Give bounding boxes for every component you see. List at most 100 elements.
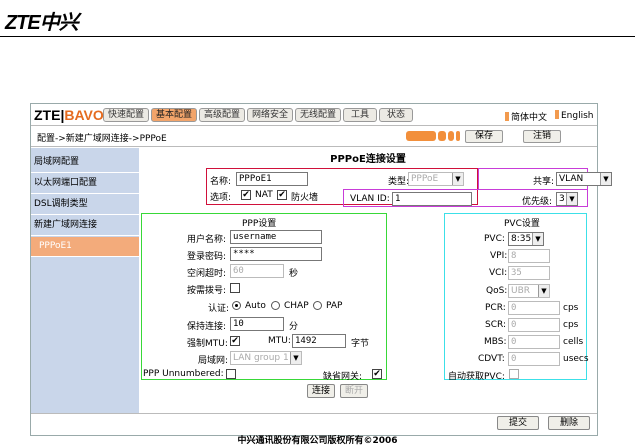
pvc-section-title: PVC设置 bbox=[504, 219, 540, 229]
share-select[interactable]: VLAN ▼ bbox=[556, 172, 612, 186]
lang-english-link[interactable]: English bbox=[555, 110, 594, 121]
pcr-unit: cps bbox=[563, 303, 579, 313]
unnumbered-label: PPP Unnumbered: bbox=[143, 369, 224, 379]
priority-select[interactable]: 3 ▼ bbox=[556, 192, 578, 206]
on-demand-checkbox[interactable] bbox=[230, 283, 240, 293]
mbs-field: 0 bbox=[508, 335, 560, 349]
firewall-label: 防火墙 bbox=[291, 193, 319, 203]
save-button[interactable]: 保存 bbox=[465, 130, 503, 143]
lan-select: LAN group 1 ▼ bbox=[230, 351, 302, 365]
pill-decoration bbox=[406, 131, 436, 141]
priority-label: 优先级: bbox=[522, 197, 553, 207]
auto-pvc-label: 自动获取PVC: bbox=[448, 372, 505, 382]
brand-logo: ZTE|BAVO bbox=[34, 107, 104, 123]
options-label: 选项: bbox=[210, 193, 232, 203]
mtu-label: MTU: bbox=[268, 336, 291, 346]
copyright-text: 中兴通讯股份有限公司版权所有©2006 bbox=[237, 436, 398, 446]
tab-basic-config[interactable]: 基本配置 bbox=[151, 108, 197, 122]
keepalive-unit: 分 bbox=[289, 322, 299, 332]
auth-auto-radio[interactable] bbox=[232, 301, 241, 310]
auth-pap-radio[interactable] bbox=[313, 301, 322, 310]
top-nav: ZTE|BAVO 快速配置 基本配置 高级配置 网络安全 无线配置 工具 状态 … bbox=[31, 104, 597, 126]
chevron-down-icon: ▼ bbox=[600, 173, 611, 185]
on-demand-label: 按需拨号: bbox=[187, 286, 227, 296]
default-gateway-label: 缺省网关: bbox=[323, 372, 363, 382]
vci-label: VCI: bbox=[489, 268, 508, 278]
pill-decoration bbox=[456, 131, 460, 141]
vpi-field: 8 bbox=[508, 249, 550, 263]
pill-decoration bbox=[438, 131, 446, 141]
pill-decoration bbox=[448, 131, 454, 141]
submit-button[interactable]: 提交 bbox=[497, 416, 539, 430]
keepalive-field[interactable]: 10 bbox=[230, 317, 284, 331]
keepalive-label: 保持连接: bbox=[187, 322, 227, 332]
vci-field: 35 bbox=[508, 266, 550, 280]
nat-checkbox[interactable]: ✔ bbox=[241, 190, 251, 200]
nat-label: NAT bbox=[255, 190, 273, 200]
ppp-section-title: PPP设置 bbox=[242, 219, 277, 229]
share-label: 共享: bbox=[533, 177, 555, 187]
tab-advanced-config[interactable]: 高级配置 bbox=[199, 108, 245, 122]
idle-unit: 秒 bbox=[289, 269, 299, 279]
qos-label: QoS: bbox=[486, 286, 508, 296]
force-mtu-checkbox[interactable]: ✔ bbox=[230, 336, 240, 346]
username-field[interactable]: username bbox=[230, 230, 322, 244]
pvc-label: PVC: bbox=[484, 234, 505, 244]
type-select: PPPoE ▼ bbox=[408, 172, 464, 186]
qos-select: UBR ▼ bbox=[508, 284, 550, 298]
sidebar-item-ethernet-port[interactable]: 以太网端口配置 bbox=[31, 174, 139, 194]
unnumbered-checkbox[interactable] bbox=[226, 369, 236, 379]
action-bar: 提交 删除 bbox=[31, 413, 597, 435]
auth-chap-label: CHAP bbox=[284, 301, 309, 311]
password-field[interactable]: **** bbox=[230, 247, 322, 261]
idle-timeout-label: 空闲超时: bbox=[187, 269, 227, 279]
sidebar-item-pppoe1[interactable]: PPPoE1 bbox=[31, 237, 139, 257]
auth-auto-label: Auto bbox=[245, 301, 266, 311]
content-panel: PPPoE连接设置 名称: PPPoE1 类型: PPPoE ▼ 选项: ✔ NA… bbox=[140, 148, 612, 413]
logout-button[interactable]: 注销 bbox=[523, 130, 561, 143]
sidebar-item-dsl-modulation[interactable]: DSL调制类型 bbox=[31, 195, 139, 215]
name-field[interactable]: PPPoE1 bbox=[236, 172, 308, 186]
default-gateway-checkbox[interactable]: ✔ bbox=[372, 369, 382, 379]
scr-unit: cps bbox=[563, 320, 579, 330]
disconnect-button: 断开 bbox=[340, 384, 368, 398]
breadcrumb-bar: 配置->新建广域网连接->PPPoE 保存 注销 bbox=[31, 127, 597, 147]
sidebar-item-new-wan[interactable]: 新建广域网连接 bbox=[31, 216, 139, 236]
zte-logo: ZTE中兴 bbox=[5, 12, 79, 34]
chevron-down-icon: ▼ bbox=[566, 193, 577, 205]
name-label: 名称: bbox=[210, 177, 232, 187]
chevron-down-icon: ▼ bbox=[538, 285, 549, 297]
lan-label: 局域网: bbox=[198, 356, 229, 366]
auto-pvc-checkbox bbox=[509, 369, 519, 379]
pvc-select[interactable]: 8:35 ▼ bbox=[508, 232, 544, 246]
lang-marker-icon bbox=[555, 110, 559, 119]
sidebar-item-lan-config[interactable]: 局域网配置 bbox=[31, 153, 139, 173]
vlan-id-label: VLAN ID: bbox=[350, 194, 390, 204]
mtu-unit: 字节 bbox=[351, 339, 370, 349]
router-ui-frame: ZTE|BAVO 快速配置 基本配置 高级配置 网络安全 无线配置 工具 状态 … bbox=[30, 103, 612, 436]
vpi-label: VPI: bbox=[490, 251, 508, 261]
cdvt-unit: usecs bbox=[563, 354, 589, 364]
delete-button[interactable]: 删除 bbox=[548, 416, 590, 430]
auth-pap-label: PAP bbox=[326, 301, 343, 311]
tab-tools[interactable]: 工具 bbox=[343, 108, 377, 122]
tab-network-security[interactable]: 网络安全 bbox=[247, 108, 293, 122]
chevron-down-icon: ▼ bbox=[290, 352, 301, 364]
scr-field: 0 bbox=[508, 318, 560, 332]
firewall-checkbox[interactable]: ✔ bbox=[277, 190, 287, 200]
scr-label: SCR: bbox=[485, 320, 507, 330]
connect-button[interactable]: 连接 bbox=[307, 384, 335, 398]
tab-wireless-config[interactable]: 无线配置 bbox=[295, 108, 341, 122]
vlan-id-field[interactable]: 1 bbox=[392, 192, 472, 206]
pcr-label: PCR: bbox=[485, 303, 506, 313]
auth-chap-radio[interactable] bbox=[271, 301, 280, 310]
auth-label: 认证: bbox=[208, 304, 230, 314]
mbs-label: MBS: bbox=[484, 337, 507, 347]
chevron-down-icon: ▼ bbox=[532, 233, 543, 245]
lang-chinese-link[interactable]: 简体中文 bbox=[505, 110, 547, 123]
type-label: 类型: bbox=[388, 177, 410, 187]
tab-quick-config[interactable]: 快速配置 bbox=[103, 108, 149, 122]
mtu-field[interactable]: 1492 bbox=[292, 334, 346, 348]
header-rule bbox=[0, 36, 635, 37]
tab-status[interactable]: 状态 bbox=[379, 108, 413, 122]
